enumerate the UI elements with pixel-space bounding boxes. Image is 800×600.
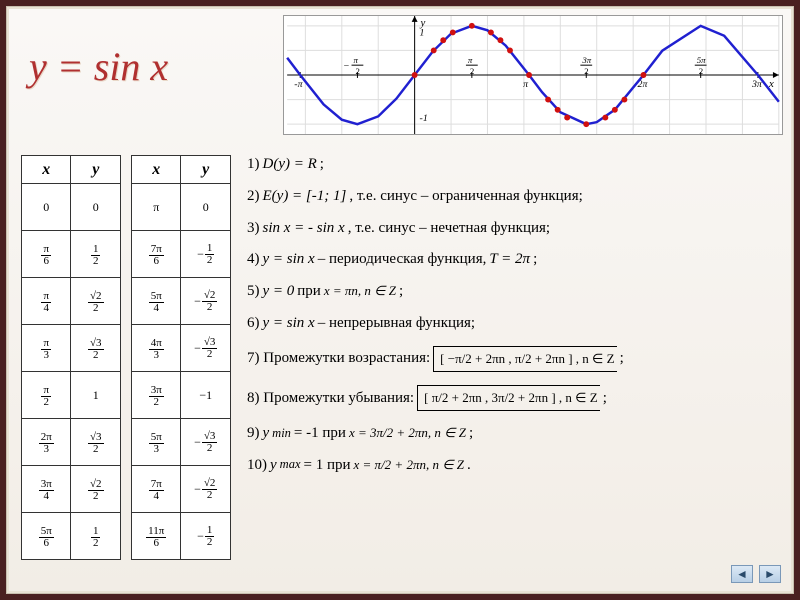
values-table-1: xy00π612π422π332π212π3323π4225π612 [21,155,121,560]
prop-6: 6) y = sin x – непрерывная функция; [247,314,779,333]
table-row: 2π332 [22,419,121,466]
svg-text:π: π [468,55,473,65]
prop-10: 10) ymax= 1 при x = π/2 + 2πn, n ∈ Z . [247,456,779,475]
svg-text:π: π [523,79,529,90]
col-y: y [71,156,121,184]
table-row: π21 [22,372,121,419]
col-x: x [132,156,181,184]
table-row: 5π4− 22 [132,278,231,325]
prop-3: 3) sin x = - sin x, т.е. синус – нечетна… [247,219,779,238]
nav-arrows: ◄ ► [731,565,781,583]
svg-text:2: 2 [470,66,474,76]
svg-text:3π: 3π [581,55,591,65]
page-title: y = sin x [29,43,168,90]
properties-list: 1) D(y) = R; 2) E(y) = [-1; 1], т.е. син… [247,155,779,488]
table-row: 3π422 [22,466,121,513]
svg-text:2: 2 [355,66,359,76]
svg-text:2: 2 [584,66,588,76]
table-row: 3π2−1 [132,372,231,419]
table-row: 4π3− 32 [132,325,231,372]
svg-text:5π: 5π [697,55,706,65]
prop-2: 2) E(y) = [-1; 1], т.е. синус – ограниче… [247,187,779,206]
next-button[interactable]: ► [759,565,781,583]
prop-1: 1) D(y) = R; [247,155,779,174]
table-row: 5π612 [22,513,121,560]
prop-4: 4) y = sin x – периодическая функция, T … [247,250,779,269]
col-y: y [181,156,231,184]
values-table-2: xyπ07π6− 125π4− 224π3− 323π2−15π3− 327π4… [131,155,231,560]
col-x: x [22,156,71,184]
table-row: π332 [22,325,121,372]
svg-text:1: 1 [420,28,425,39]
prop-7: 7) Промежутки возрастания: [ −π/2 + 2πn … [247,346,779,372]
table-row: π0 [132,184,231,231]
svg-text:−: − [344,61,350,72]
sine-chart: xy1-1-π−π2π2π3π22π5π23π [283,15,783,135]
prop-9: 9) ymin= -1 при x = 3π/2 + 2πn, n ∈ Z ; [247,424,779,443]
table-row: 7π4− 22 [132,466,231,513]
table-row: π422 [22,278,121,325]
table-row: 00 [22,184,121,231]
table-row: π612 [22,231,121,278]
svg-text:-π: -π [294,79,303,90]
prop-8: 8) Промежутки убывания: [ π/2 + 2πn , 3π… [247,385,779,411]
svg-text:2: 2 [699,66,703,76]
table-row: 11π6− 12 [132,513,231,560]
table-row: 5π3− 32 [132,419,231,466]
table-row: 7π6− 12 [132,231,231,278]
slide: y = sin x xy1-1-π−π2π2π3π22π5π23π xy00π6… [6,6,794,594]
prev-button[interactable]: ◄ [731,565,753,583]
svg-text:π: π [353,55,358,65]
prop-5: 5) y = 0 при x = πn, n ∈ Z; [247,282,779,301]
svg-text:-1: -1 [420,113,428,124]
